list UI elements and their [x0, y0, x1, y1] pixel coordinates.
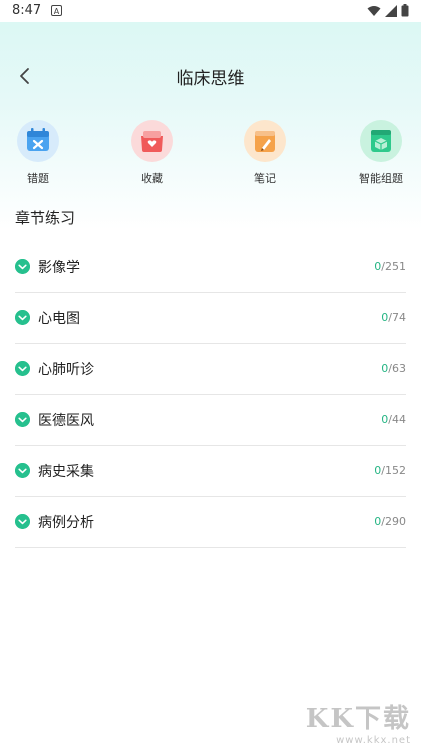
quick-actions: 错题 收藏 笔记 智能组题: [0, 120, 421, 186]
chapter-progress: 0/290: [374, 515, 406, 528]
status-icons: [367, 4, 409, 17]
chapter-row[interactable]: 心电图 0/74: [15, 293, 406, 344]
quick-action-label: 收藏: [141, 172, 163, 185]
chapter-progress: 0/74: [381, 311, 406, 324]
heart-box-icon: [131, 120, 173, 162]
check-circle-icon: [15, 361, 30, 376]
check-circle-icon: [15, 412, 30, 427]
chapter-row[interactable]: 医德医风 0/44: [15, 395, 406, 446]
check-circle-icon: [15, 463, 30, 478]
chapter-list: 影像学 0/251 心电图 0/74 心肺听诊 0/63 医德医风 0/44 病…: [15, 242, 406, 548]
chapter-name: 病例分析: [38, 515, 94, 531]
chapter-row[interactable]: 病例分析 0/290: [15, 497, 406, 548]
watermark: KK下载 www.kkx.net: [306, 698, 411, 746]
notification-a-icon: A: [51, 5, 62, 16]
battery-icon: [401, 4, 409, 17]
chapter-total-count: /63: [388, 362, 406, 375]
chapter-total-count: /251: [381, 260, 406, 273]
chapter-total-count: /152: [381, 464, 406, 477]
page-title: 临床思维: [176, 69, 245, 89]
chapter-progress: 0/152: [374, 464, 406, 477]
check-circle-icon: [15, 310, 30, 325]
chapter-progress: 0/63: [381, 362, 406, 375]
chapter-name: 影像学: [38, 260, 80, 276]
chapter-row[interactable]: 心肺听诊 0/63: [15, 344, 406, 395]
chapter-progress: 0/251: [374, 260, 406, 273]
pen-note-icon: [244, 120, 286, 162]
chapter-name: 病史采集: [38, 464, 94, 480]
quick-action-label: 笔记: [254, 172, 276, 185]
chapter-total-count: /74: [388, 311, 406, 324]
chapter-name: 心肺听诊: [38, 362, 94, 378]
wifi-icon: [367, 5, 381, 16]
chapter-total-count: /290: [381, 515, 406, 528]
chapter-total-count: /44: [388, 413, 406, 426]
check-circle-icon: [15, 514, 30, 529]
header-background: [0, 0, 421, 230]
quick-action-label: 错题: [27, 172, 49, 185]
quick-action-smart-quiz[interactable]: 智能组题: [346, 120, 416, 186]
status-bar: 8:47 A: [0, 0, 421, 22]
section-title: 章节练习: [15, 209, 76, 227]
quick-action-label: 智能组题: [359, 172, 403, 185]
cube-stack-icon: [360, 120, 402, 162]
chapter-name: 医德医风: [38, 413, 94, 429]
page-header: 临床思维: [0, 60, 421, 92]
back-arrow-icon[interactable]: [16, 66, 36, 86]
chapter-progress: 0/44: [381, 413, 406, 426]
quick-action-wrong-questions[interactable]: 错题: [3, 120, 73, 186]
quick-action-favorites[interactable]: 收藏: [117, 120, 187, 186]
quick-action-notes[interactable]: 笔记: [230, 120, 300, 186]
chapter-name: 心电图: [38, 311, 80, 327]
chapter-row[interactable]: 影像学 0/251: [15, 242, 406, 293]
chapter-row[interactable]: 病史采集 0/152: [15, 446, 406, 497]
status-time: 8:47: [12, 3, 42, 18]
watermark-logo: KK下载: [305, 704, 411, 734]
watermark-url: www.kkx.net: [336, 735, 411, 746]
calendar-wrong-icon: [17, 120, 59, 162]
check-circle-icon: [15, 259, 30, 274]
signal-icon: [385, 4, 397, 17]
